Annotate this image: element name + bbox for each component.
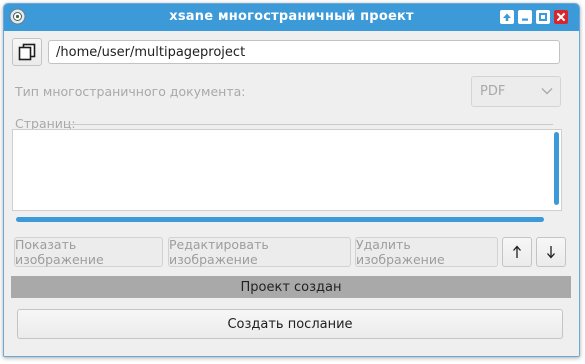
- maximize-icon: [503, 13, 511, 21]
- window-title: xsane многостраничный проект: [169, 9, 414, 24]
- pages-frame-line: [65, 124, 553, 125]
- close-button[interactable]: [554, 10, 568, 24]
- dialog-content: /home/user/multipageproject Тип многостр…: [4, 31, 579, 356]
- project-path-input[interactable]: /home/user/multipageproject: [48, 40, 560, 64]
- doc-type-label: Тип многостраничного документа:: [15, 84, 246, 99]
- delete-image-button[interactable]: Удалить изображение: [355, 237, 498, 267]
- minimize-button[interactable]: [518, 10, 532, 24]
- copy-pages-icon: [18, 43, 36, 61]
- doc-type-selected: PDF: [480, 84, 506, 99]
- edit-image-button[interactable]: Редактировать изображение: [168, 237, 351, 267]
- close-icon: [557, 13, 565, 21]
- show-image-button[interactable]: Показать изображение: [14, 237, 163, 267]
- doc-type-select[interactable]: PDF: [471, 76, 561, 107]
- move-up-button[interactable]: [502, 237, 532, 267]
- move-down-button[interactable]: [536, 237, 566, 267]
- vertical-scrollbar[interactable]: [554, 132, 559, 205]
- create-message-button[interactable]: Создать послание: [17, 309, 563, 339]
- status-text: Проект создан: [240, 279, 342, 295]
- choose-project-button[interactable]: [12, 38, 42, 66]
- chevron-down-icon: [541, 88, 553, 95]
- pages-list[interactable]: [12, 129, 562, 211]
- restore-icon: [539, 13, 547, 21]
- horizontal-scrollbar[interactable]: [16, 217, 544, 222]
- xsane-multipage-window: xsane многостраничный проект /home/user/…: [3, 3, 580, 357]
- status-bar: Проект создан: [11, 276, 571, 298]
- arrow-up-icon: [513, 245, 521, 258]
- minimize-icon: [522, 18, 528, 21]
- arrow-down-icon: [547, 246, 555, 259]
- maximize-button[interactable]: [500, 10, 514, 24]
- title-bar[interactable]: xsane многостраничный проект: [4, 4, 579, 31]
- restore-button[interactable]: [536, 10, 550, 24]
